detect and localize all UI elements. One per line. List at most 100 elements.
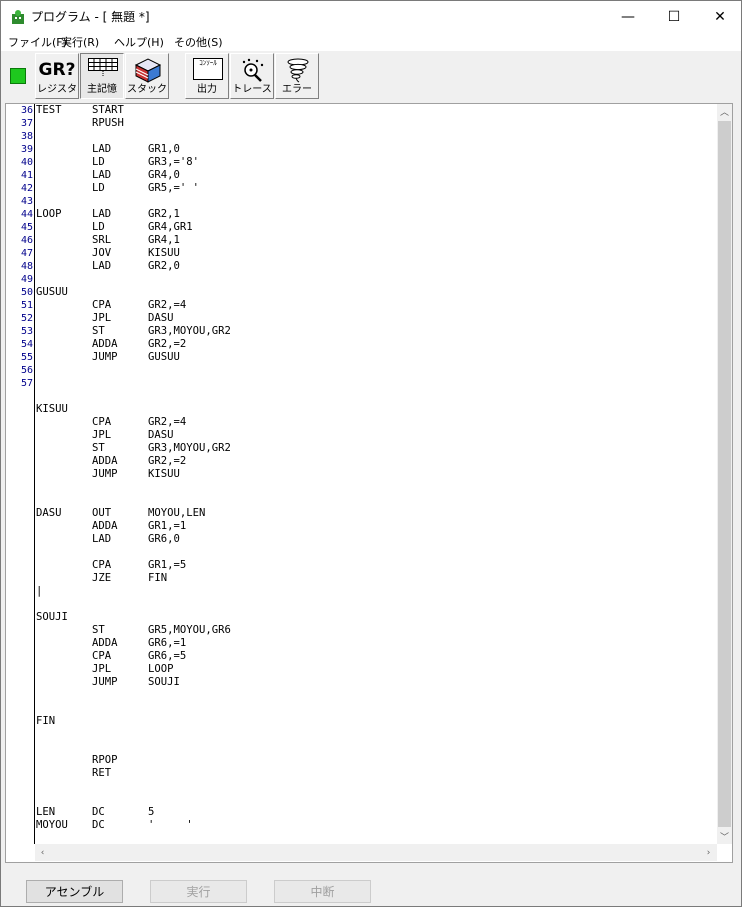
- scroll-left-icon[interactable]: ‹: [35, 845, 50, 860]
- code-line: GUSUU: [36, 286, 716, 299]
- stack-button[interactable]: スタック: [125, 53, 169, 99]
- title-bar: プログラム - [ 無題 *] — ☐ ✕: [1, 1, 741, 32]
- code-operand: 5: [148, 806, 155, 818]
- code-operand: GR2,=2: [148, 338, 187, 350]
- code-opcode: ADDA: [92, 338, 118, 350]
- code-line: LAD GR6,0: [36, 533, 716, 546]
- code-line: JPL LOOP: [36, 663, 716, 676]
- register-button[interactable]: GR? レジスタ: [35, 53, 79, 99]
- code-opcode: LAD: [92, 260, 112, 272]
- code-line: JPL DASU: [36, 429, 716, 442]
- assemble-button[interactable]: アセンブル: [26, 880, 123, 903]
- program-window: プログラム - [ 無題 *] — ☐ ✕ ファイル(F) 実行(R) ヘルプ(…: [0, 0, 742, 907]
- line-number-text: 41: [20, 170, 33, 181]
- code-line: LAD GR1,0: [36, 143, 716, 156]
- code-line: KISUU: [36, 403, 716, 416]
- code-operand: KISUU: [148, 247, 180, 259]
- code-operand: GR4,GR1: [148, 221, 193, 233]
- horizontal-scrollbar[interactable]: ‹ ›: [35, 844, 717, 861]
- maximize-icon: ☐: [667, 8, 681, 25]
- menu-file[interactable]: ファイル(F): [8, 34, 67, 50]
- memory-button[interactable]: 主記憶: [80, 53, 124, 99]
- output-button[interactable]: ｺﾝｿｰﾙ 出力: [185, 53, 229, 99]
- menu-other[interactable]: その他(S): [174, 34, 223, 50]
- vertical-scrollbar[interactable]: ︿ ﹀: [717, 104, 732, 844]
- line-number-text: 56: [20, 365, 33, 376]
- trace-label: トレース: [232, 84, 272, 95]
- memory-grid-icon: [88, 58, 118, 76]
- code-line: TEST START: [36, 104, 716, 117]
- line-number-text: 54: [20, 339, 33, 350]
- code-operand: SOUJI: [148, 676, 180, 688]
- line-number: 55: [6, 351, 34, 364]
- code-opcode: ADDA: [92, 637, 118, 649]
- scroll-down-icon[interactable]: ﹀: [717, 829, 732, 844]
- code-line: CPA GR1,=5: [36, 559, 716, 572]
- app-icon: [12, 10, 24, 24]
- code-editor[interactable]: TEST START RPUSH LAD GR1,0 LD GR3,='8' LAD GR4,0…: [36, 104, 716, 857]
- code-line: |: [36, 585, 716, 598]
- error-label: エラー: [282, 84, 312, 95]
- code-line: LD GR4,GR1: [36, 221, 716, 234]
- menu-help[interactable]: ヘルプ(H): [114, 34, 164, 50]
- line-number-text: 53: [20, 326, 33, 337]
- code-opcode: ST: [92, 325, 105, 337]
- code-opcode: DC: [92, 806, 105, 818]
- code-operand: GR6,=5: [148, 650, 187, 662]
- code-opcode: LAD: [92, 208, 112, 220]
- code-line: ST GR5,MOYOU,GR6: [36, 624, 716, 637]
- trace-button[interactable]: トレース: [230, 53, 274, 99]
- vertical-scroll-thumb[interactable]: [718, 121, 731, 827]
- scroll-up-icon[interactable]: ︿: [717, 104, 732, 119]
- code-line: MOYOU DC ' ': [36, 819, 716, 832]
- line-number-text: 43: [20, 196, 33, 207]
- line-number-text: 49: [20, 274, 33, 285]
- code-operand: GR6,=1: [148, 637, 187, 649]
- line-number-gutter: 36 37 38 39 40 41 42 43 44 45 46 47 48 49 50 51 52 53 54 55…: [6, 104, 34, 844]
- code-label: DASU: [36, 507, 62, 519]
- code-opcode: JZE: [92, 572, 112, 584]
- code-operand: GR2,=2: [148, 455, 187, 467]
- scroll-right-icon[interactable]: ›: [701, 845, 716, 860]
- code-opcode: CPA: [92, 559, 112, 571]
- error-button[interactable]: エラー: [275, 53, 319, 99]
- code-operand: ' ': [148, 819, 193, 831]
- line-number: 40: [6, 156, 34, 169]
- line-number: 46: [6, 234, 34, 247]
- code-operand: DASU: [148, 429, 174, 441]
- stack-label: スタック: [127, 84, 167, 95]
- code-line: ADDA GR6,=1: [36, 637, 716, 650]
- line-number: 56: [6, 364, 34, 377]
- close-button[interactable]: ✕: [697, 1, 742, 32]
- line-number-text: 38: [20, 131, 33, 142]
- code-opcode: START: [92, 104, 124, 116]
- code-operand: DASU: [148, 312, 174, 324]
- code-opcode: JPL: [92, 663, 112, 675]
- code-opcode: CPA: [92, 299, 112, 311]
- line-number-text: 45: [20, 222, 33, 233]
- code-operand: GR1,=1: [148, 520, 187, 532]
- line-number-text: 55: [20, 352, 33, 363]
- line-number-text: 48: [20, 261, 33, 272]
- code-operand: GR4,0: [148, 169, 180, 181]
- code-line: RET: [36, 767, 716, 780]
- abort-button[interactable]: 中断: [274, 880, 371, 903]
- minimize-button[interactable]: —: [605, 1, 651, 32]
- maximize-button[interactable]: ☐: [651, 1, 697, 32]
- code-line: LAD GR4,0: [36, 169, 716, 182]
- code-opcode: ADDA: [92, 520, 118, 532]
- menu-run[interactable]: 実行(R): [61, 34, 99, 50]
- code-line: JUMP KISUU: [36, 468, 716, 481]
- code-label: LEN: [36, 806, 56, 818]
- line-number: 49: [6, 273, 34, 286]
- run-button[interactable]: 実行: [150, 880, 247, 903]
- code-line: CPA GR6,=5: [36, 650, 716, 663]
- code-line: LD GR3,='8': [36, 156, 716, 169]
